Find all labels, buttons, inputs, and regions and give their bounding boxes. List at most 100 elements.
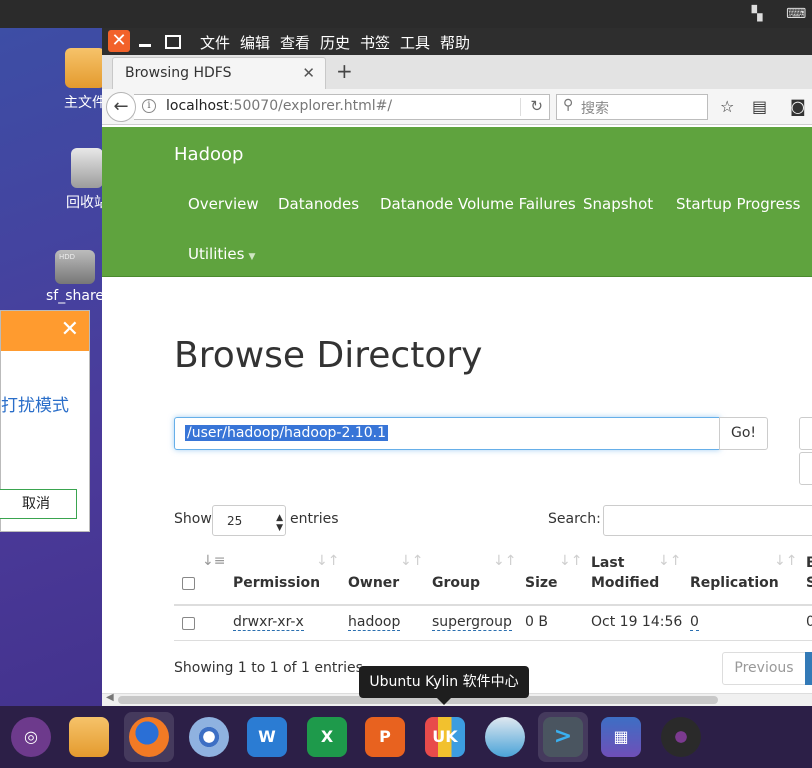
column-permission[interactable]: Permission	[233, 575, 320, 591]
menu-bookmarks[interactable]: 书签	[360, 32, 390, 53]
path-value: /user/hadoop/hadoop-2.10.1	[185, 425, 388, 441]
sort-icon[interactable]: ↓↑	[400, 553, 423, 569]
input-method-icon[interactable]: ▚	[748, 6, 766, 22]
close-icon[interactable]: ✕	[61, 319, 79, 341]
word-document-icon: W	[247, 717, 287, 757]
dock-item-software-center[interactable]: UK	[420, 712, 470, 762]
nav-volume-failures[interactable]: Datanode Volume Failures	[380, 195, 576, 213]
dock-item-assistant[interactable]	[480, 712, 530, 762]
cell-block-size: 0	[806, 614, 812, 630]
hadoop-brand[interactable]: Hadoop	[174, 144, 243, 165]
sort-icon[interactable]: ↓↑	[316, 553, 339, 569]
table-search-label: Search:	[548, 511, 601, 527]
menu-edit[interactable]: 编辑	[240, 32, 270, 53]
url-bar[interactable]: i localhost:50070/explorer.html#/ ↻	[134, 94, 550, 120]
show-label: Show	[174, 511, 212, 527]
column-size[interactable]: Size	[525, 575, 558, 591]
dock-item-firefox[interactable]	[124, 712, 174, 762]
sort-icon[interactable]: ↓↑	[493, 553, 516, 569]
url-separator	[520, 98, 521, 116]
row-checkbox[interactable]	[182, 617, 195, 630]
close-tab-icon[interactable]: ✕	[302, 64, 315, 82]
nav-snapshot[interactable]: Snapshot	[583, 195, 653, 213]
spreadsheet-icon: X	[307, 717, 347, 757]
menu-file[interactable]: 文件	[200, 32, 230, 53]
menu-history[interactable]: 历史	[320, 32, 350, 53]
cell-permission[interactable]: drwxr-xr-x	[233, 614, 304, 631]
scroll-left-icon[interactable]: ◀	[106, 692, 114, 703]
window-maximize-button[interactable]	[160, 30, 182, 52]
chromium-icon	[189, 717, 229, 757]
cell-group[interactable]: supergroup	[432, 614, 512, 631]
reading-list-icon[interactable]: ▤	[752, 97, 767, 116]
presentation-icon: P	[365, 717, 405, 757]
select-all-checkbox[interactable]	[182, 577, 195, 590]
column-replication[interactable]: Replication	[690, 575, 779, 591]
dock-item-browser[interactable]	[184, 712, 234, 762]
dock-item-media[interactable]	[656, 712, 706, 762]
top-panel: ▚ ⌨	[0, 0, 812, 28]
menu-bar: ✕ 文件 编辑 查看 历史 书签 工具 帮助	[102, 28, 812, 55]
nav-datanodes[interactable]: Datanodes	[278, 195, 359, 213]
dialog-message: 打扰模式	[1, 396, 69, 416]
toolbar-button-partial[interactable]	[799, 452, 812, 485]
window-close-button[interactable]: ✕	[108, 30, 130, 52]
menu-help[interactable]: 帮助	[440, 32, 470, 53]
tab-browsing-hdfs[interactable]: Browsing HDFS ✕	[112, 57, 326, 89]
back-button[interactable]: ←	[106, 92, 136, 122]
column-modified[interactable]: Modified	[591, 575, 659, 591]
info-icon[interactable]: i	[142, 99, 156, 113]
dock-item-terminal[interactable]: >	[538, 712, 588, 762]
toolbar-button-partial[interactable]	[799, 417, 812, 450]
table-row-divider	[174, 640, 812, 641]
new-tab-icon[interactable]: +	[336, 59, 353, 83]
entries-select[interactable]: 25 ▲ ▼	[212, 505, 286, 536]
sort-icon[interactable]: ↓↑	[559, 553, 582, 569]
column-block-size-partial-2[interactable]: S	[806, 575, 812, 591]
caret-down-icon: ▼	[248, 252, 256, 262]
menu-view[interactable]: 查看	[280, 32, 310, 53]
sort-icon[interactable]: ↓≡	[202, 553, 225, 569]
search-input[interactable]: ⚲ 搜索	[556, 94, 708, 120]
keyboard-icon[interactable]: ⌨	[786, 6, 806, 22]
trash-icon	[71, 148, 103, 188]
nav-startup-progress[interactable]: Startup Progress	[676, 195, 800, 213]
software-center-icon: UK	[425, 717, 465, 757]
column-block-size-partial[interactable]: B	[806, 555, 812, 571]
go-button[interactable]: Go!	[719, 417, 768, 450]
entries-label: entries	[290, 511, 339, 527]
directory-path-input[interactable]: /user/hadoop/hadoop-2.10.1	[174, 417, 720, 450]
dock-item-workspaces[interactable]: ▦	[596, 712, 646, 762]
cancel-button[interactable]: 取消	[0, 489, 77, 519]
dock-item-launcher[interactable]: ◎	[6, 712, 56, 762]
column-group[interactable]: Group	[432, 575, 480, 591]
home-folder-icon	[65, 48, 105, 88]
url-text: localhost:50070/explorer.html#/	[166, 98, 393, 114]
window-minimize-button[interactable]	[134, 30, 156, 52]
sort-icon[interactable]: ↓↑	[774, 553, 797, 569]
nav-utilities[interactable]: Utilities ▼	[188, 245, 255, 263]
nav-overview[interactable]: Overview	[188, 195, 259, 213]
reload-icon[interactable]: ↻	[530, 97, 543, 115]
column-last[interactable]: Last	[591, 555, 624, 571]
notification-dialog: ✕ 打扰模式 取消	[0, 310, 90, 532]
cell-replication[interactable]: 0	[690, 614, 699, 631]
desktop-icon-label: sf_share	[45, 288, 105, 304]
previous-button[interactable]: Previous	[722, 652, 806, 685]
dock-tooltip: Ubuntu Kylin 软件中心	[359, 666, 529, 705]
browser-window: ✕ 文件 编辑 查看 历史 书签 工具 帮助 Browsing HDFS ✕ +…	[102, 28, 812, 706]
page-content: Hadoop Overview Datanodes Datanode Volum…	[102, 125, 812, 693]
dock-item-presentation[interactable]: P	[360, 712, 410, 762]
pagination-current-partial[interactable]	[805, 652, 812, 685]
dock-item-files[interactable]	[64, 712, 114, 762]
disc-icon	[661, 717, 701, 757]
table-search-input[interactable]	[603, 505, 812, 536]
menu-tools[interactable]: 工具	[400, 32, 430, 53]
pocket-icon[interactable]: ◙	[790, 97, 806, 116]
dock-item-writer[interactable]: W	[242, 712, 292, 762]
cell-owner[interactable]: hadoop	[348, 614, 401, 631]
dock-item-spreadsheet[interactable]: X	[302, 712, 352, 762]
column-owner[interactable]: Owner	[348, 575, 399, 591]
bookmark-star-icon[interactable]: ☆	[720, 97, 734, 116]
sort-icon[interactable]: ↓↑	[658, 553, 681, 569]
